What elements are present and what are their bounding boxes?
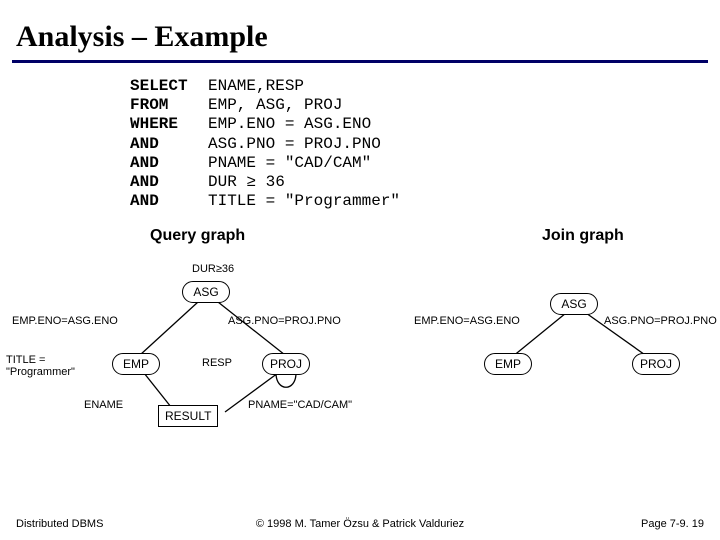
kw: AND [130,192,208,211]
kw: AND [130,154,208,173]
edge-label: ASG.PNO=PROJ.PNO [228,315,341,327]
kw: WHERE [130,115,208,134]
sql-block: SELECTENAME,RESP FROMEMP, ASG, PROJ WHER… [0,63,720,211]
diagrams-area: DUR≥36 ASG EMP.ENO=ASG.ENO ASG.PNO=PROJ.… [0,257,720,442]
footer-center: © 1998 M. Tamer Özsu & Patrick Valduriez [16,518,704,530]
footer: Distributed DBMS © 1998 M. Tamer Özsu & … [0,518,720,530]
graph-edges [0,257,720,442]
kw: AND [130,135,208,154]
footer-right: Page 7-9. 19 [641,518,704,530]
title-predicate: TITLE = "Programmer" [6,354,75,378]
node-emp: EMP [484,353,532,375]
sql-text: EMP, ASG, PROJ [208,96,342,114]
edge-label: ENAME [84,399,123,411]
query-graph-label: Query graph [150,227,245,245]
sql-text: PNAME = "CAD/CAM" [208,154,371,172]
sql-text: ENAME,RESP [208,77,304,95]
edge-label: RESP [202,357,232,369]
sql-text: ASG.PNO = PROJ.PNO [208,135,381,153]
kw: AND [130,173,208,192]
node-emp: EMP [112,353,160,375]
node-result: RESULT [158,405,218,427]
dur-predicate: DUR≥36 [192,263,234,275]
node-asg: ASG [182,281,230,303]
kw: SELECT [130,77,208,96]
footer-left: Distributed DBMS [16,518,103,530]
sql-text: TITLE = "Programmer" [208,192,400,210]
node-proj: PROJ [262,353,310,375]
slide-title: Analysis – Example [0,0,720,60]
join-graph-label: Join graph [542,227,624,245]
node-asg: ASG [550,293,598,315]
pname-predicate: PNAME="CAD/CAM" [248,399,352,411]
edge-label: ASG.PNO=PROJ.PNO [604,315,717,327]
sql-text: DUR ≥ 36 [208,173,285,191]
sql-text: EMP.ENO = ASG.ENO [208,115,371,133]
node-proj: PROJ [632,353,680,375]
kw: FROM [130,96,208,115]
edge-label: EMP.ENO=ASG.ENO [414,315,520,327]
edge-label: EMP.ENO=ASG.ENO [12,315,118,327]
